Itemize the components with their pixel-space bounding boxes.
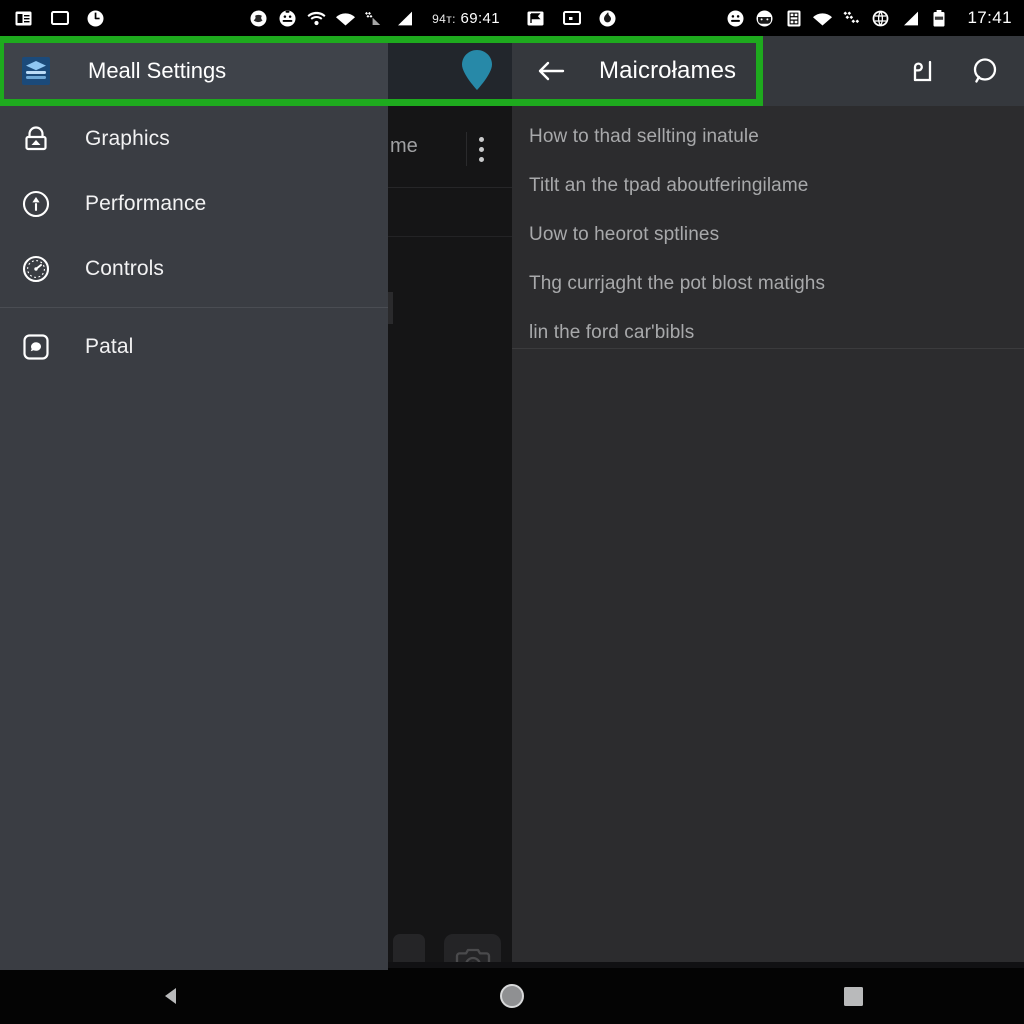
flag-icon	[526, 9, 545, 28]
status-bar-right-system-icons: 17:41	[726, 8, 1012, 28]
sidebar-item-patal[interactable]: Patal	[0, 314, 388, 379]
status-bar-left-system-icons: 94т: 69:41	[249, 9, 500, 28]
drawer-header-label: Meall Settings	[88, 58, 227, 83]
arrow-left-icon[interactable]	[534, 54, 568, 88]
drawer-separator	[0, 307, 388, 308]
status-bar-left-notification-icons	[14, 9, 105, 28]
vcard-icon	[14, 9, 33, 28]
sidebar-item-label: Patal	[85, 334, 134, 358]
background-app-header	[388, 36, 512, 106]
face-icon	[726, 9, 745, 28]
sidebar-item-label: Controls	[85, 256, 164, 280]
carrier-label: 94т:	[432, 11, 456, 26]
signal-icon	[900, 9, 919, 28]
performance-icon	[20, 188, 52, 220]
status-bar: 94т: 69:41 17:41	[0, 0, 1024, 36]
sidebar-item-performance[interactable]: Performance	[0, 171, 388, 236]
list-item[interactable]: How to thad sellting inatule	[512, 112, 1024, 161]
list-item[interactable]: Titlt an the tpad aboutferingilame	[512, 161, 1024, 210]
sidebar-item-label: Performance	[85, 191, 207, 215]
search-icon[interactable]	[970, 55, 1002, 87]
face-icon	[278, 9, 297, 28]
clock-alert-icon	[86, 9, 105, 28]
sidebar-item-label: Graphics	[85, 126, 170, 150]
home-circle-icon[interactable]	[477, 973, 547, 1019]
status-bar-right-half: 17:41	[512, 0, 1024, 36]
map-pin-icon	[458, 48, 496, 92]
more-vertical-icon[interactable]	[466, 132, 484, 166]
sync-icon	[842, 9, 861, 28]
vpn-icon	[871, 9, 890, 28]
screenshot-icon	[50, 9, 69, 28]
sidebar-item-graphics[interactable]: Graphics	[0, 106, 388, 171]
sidebar-item-controls[interactable]: Controls	[0, 236, 388, 301]
background-app-scrim[interactable]: me	[388, 36, 512, 991]
sim-icon	[784, 9, 803, 28]
signal-icon	[394, 9, 413, 28]
lock-icon	[20, 123, 52, 155]
battery-icon	[929, 9, 948, 28]
layers-icon	[18, 53, 54, 89]
status-bar-right-clock: 17:41	[967, 8, 1012, 27]
mask-icon	[755, 9, 774, 28]
app-bar: Maicrołames	[512, 36, 1024, 106]
list-item[interactable]: Thg currjaght the pot blost matighs	[512, 259, 1024, 308]
recents-square-icon[interactable]	[818, 973, 888, 1019]
phone-screen: 94т: 69:41 17:41 Maicrołames How to thad…	[0, 0, 1024, 1024]
wifi-2-icon	[336, 9, 356, 28]
app-bar-actions	[906, 55, 1002, 87]
drawer-header[interactable]: Meall Settings	[0, 36, 388, 106]
list-item[interactable]: Uow to heorot sptlines	[512, 210, 1024, 259]
hint-list: How to thad sellting inatule Titlt an th…	[512, 106, 1024, 357]
clock-value: 69:41	[460, 9, 500, 27]
status-bar-right-notification-icons	[526, 9, 617, 28]
background-app-divider	[388, 236, 512, 237]
background-app-row[interactable]: me	[388, 106, 512, 188]
list-divider	[512, 348, 1024, 349]
android-nav-bar	[0, 968, 1024, 1024]
page-title: Maicrołames	[599, 57, 737, 84]
chat-icon	[20, 331, 52, 363]
status-bar-left-clock: 94т: 69:41	[432, 10, 500, 27]
fire-icon	[598, 9, 617, 28]
snapchat-icon	[249, 9, 268, 28]
bookmark-icon[interactable]	[906, 55, 938, 87]
drawer-items: Graphics Performance Controls Patal	[0, 106, 388, 379]
back-triangle-icon[interactable]	[136, 973, 206, 1019]
background-app-stub	[388, 292, 393, 324]
gauge-icon	[20, 253, 52, 285]
screenshot-icon	[562, 9, 581, 28]
wifi-icon	[307, 9, 326, 28]
list-item[interactable]: lin the ford car'bibls	[512, 308, 1024, 357]
row-text-fragment: me	[390, 135, 418, 157]
navigation-drawer: Meall Settings Graphics Performance Cont	[0, 36, 388, 970]
wifi-icon	[813, 9, 833, 28]
sync-signal-icon	[365, 9, 384, 28]
status-bar-left-half: 94т: 69:41	[0, 0, 512, 36]
